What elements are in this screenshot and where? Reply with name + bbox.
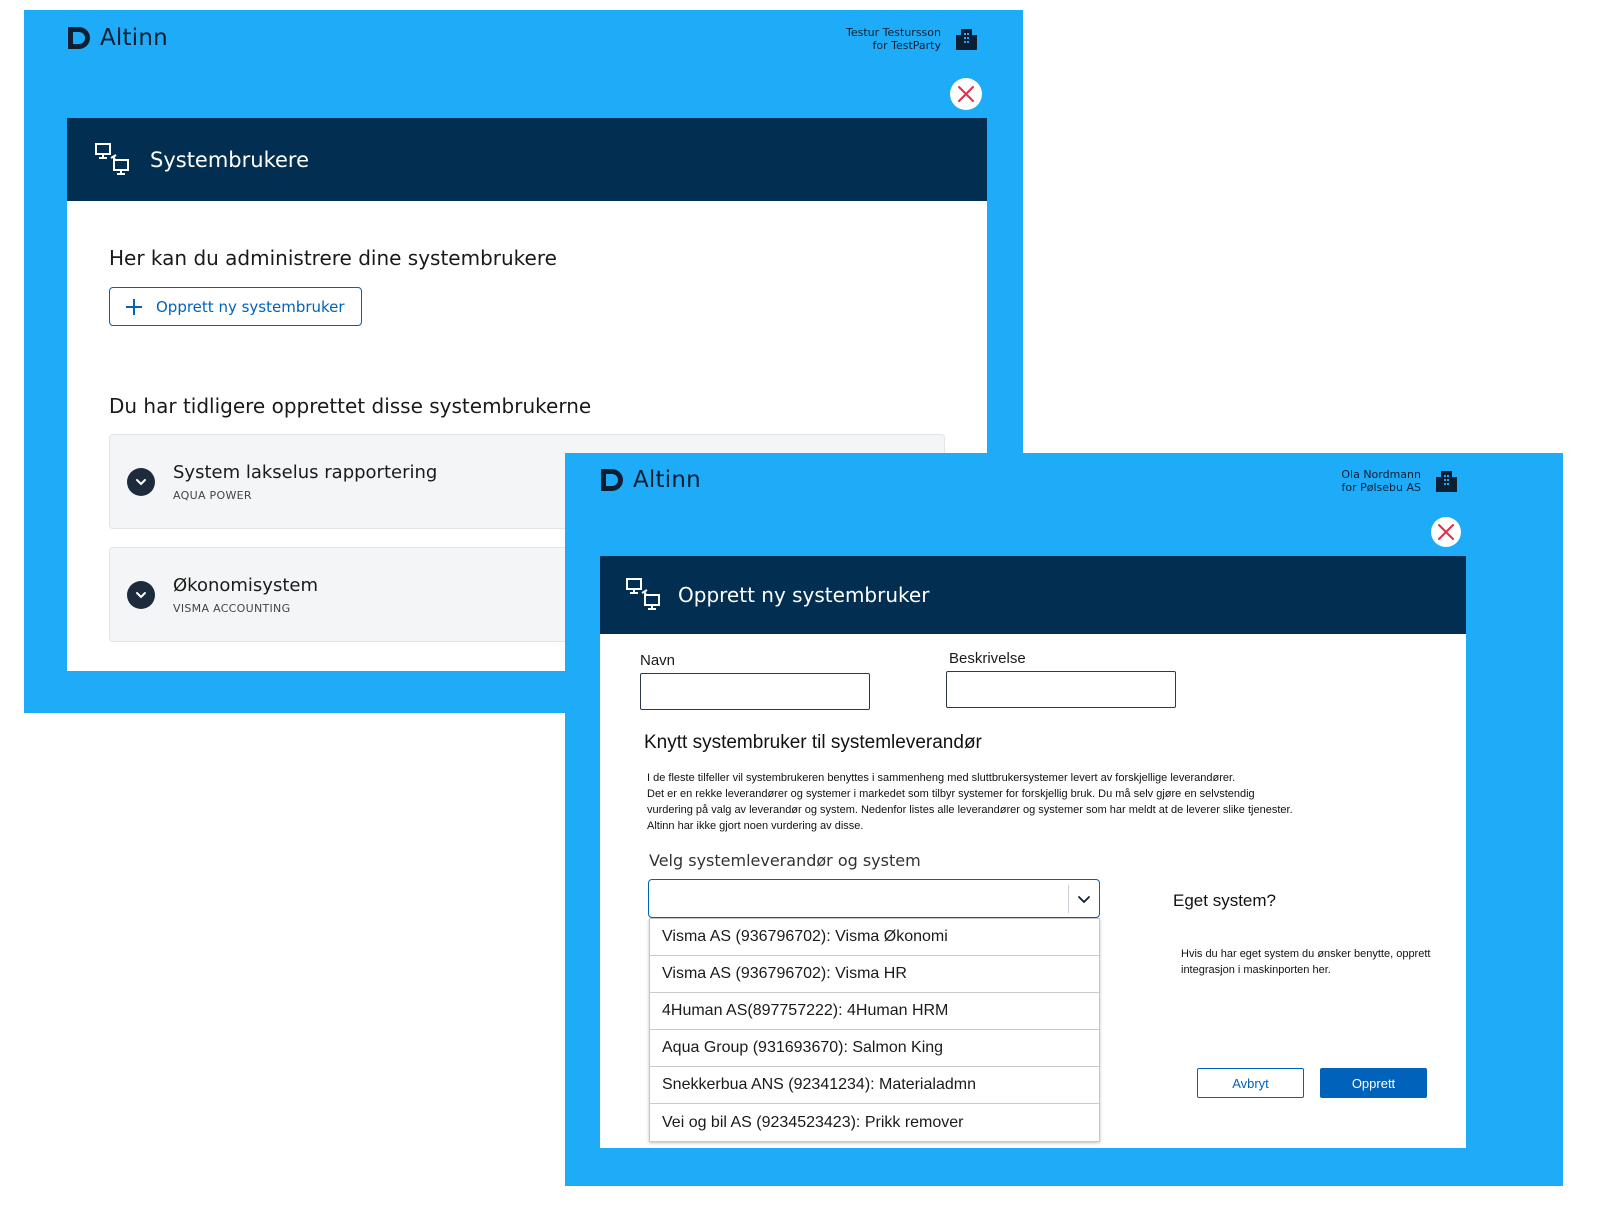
close-button[interactable]: [950, 78, 982, 110]
create-systemuser-button[interactable]: Opprett ny systembruker: [109, 287, 362, 326]
dropdown-option[interactable]: Aqua Group (931693670): Salmon King: [650, 1030, 1099, 1067]
select-separator: [1068, 885, 1069, 913]
create-systemuser-screen: Altinn Ola Nordmann for Pølsebu AS Oppre…: [565, 453, 1563, 1186]
close-icon: [1438, 524, 1454, 540]
dropdown-option[interactable]: Visma AS (936796702): Visma Økonomi: [650, 919, 1099, 956]
list-heading: Du har tidligere opprettet disse systemb…: [109, 394, 592, 418]
user-name: Ola Nordmann: [1341, 468, 1421, 481]
vendor-system-dropdown: Visma AS (936796702): Visma Økonomi Vism…: [649, 918, 1100, 1142]
dropdown-option[interactable]: 4Human AS(897757222): 4Human HRM: [650, 993, 1099, 1030]
page-title: Systembrukere: [150, 147, 310, 172]
info-line: Altinn har ikke gjort noen vurdering av …: [647, 820, 864, 832]
description-input[interactable]: [946, 671, 1176, 708]
name-label: Navn: [640, 652, 676, 669]
building-icon: [956, 29, 977, 50]
item-subtitle: VISMA ACCOUNTING: [173, 601, 291, 615]
chevron-down-icon: [1078, 896, 1090, 904]
admin-heading: Her kan du administrere dine systembruke…: [109, 246, 557, 270]
info-line: Det er en rekke leverandører og systemer…: [647, 788, 1255, 800]
user-org: for Pølsebu AS: [1341, 481, 1422, 494]
create-button[interactable]: Opprett: [1320, 1068, 1427, 1098]
altinn-logo-icon: [68, 27, 90, 49]
cancel-button[interactable]: Avbryt: [1197, 1068, 1304, 1098]
description-label: Beskrivelse: [949, 650, 1026, 667]
item-subtitle: AQUA POWER: [173, 488, 252, 502]
own-system-text: Hvis du har eget system du ønsker benytt…: [1181, 948, 1431, 976]
item-title: Økonomisystem: [173, 574, 318, 596]
user-menu[interactable]: Testur Testursson for TestParty: [846, 26, 977, 52]
user-text: Testur Testursson for TestParty: [846, 26, 941, 52]
create-systemuser-card: Opprett ny systembruker Navn Beskrivelse…: [600, 556, 1466, 1148]
own-system-title: Eget system?: [1173, 891, 1276, 910]
user-menu[interactable]: Ola Nordmann for Pølsebu AS: [1341, 468, 1457, 494]
close-icon: [958, 86, 974, 102]
system-user-icon: [95, 142, 129, 175]
create-systemuser-label: Opprett ny systembruker: [156, 297, 345, 316]
page-title: Opprett ny systembruker: [678, 583, 930, 607]
dropdown-option[interactable]: Snekkerbua ANS (92341234): Materialadmn: [650, 1067, 1099, 1104]
select-label: Velg systemleverandør og system: [649, 851, 921, 870]
chevron-down-icon: [127, 580, 155, 609]
user-name: Testur Testursson: [846, 26, 941, 39]
logo-text: Altinn: [100, 25, 168, 51]
dropdown-option[interactable]: Visma AS (936796702): Visma HR: [650, 956, 1099, 993]
info-paragraph: I de fleste tilfeller vil systembrukeren…: [647, 770, 1387, 834]
logo-text: Altinn: [633, 467, 701, 493]
system-user-icon: [626, 578, 660, 610]
plus-icon: [126, 298, 142, 315]
vendor-system-select[interactable]: [648, 879, 1100, 918]
name-input[interactable]: [640, 673, 870, 710]
item-title: System lakselus rapportering: [173, 461, 438, 483]
card-header: Opprett ny systembruker: [600, 556, 1466, 634]
card-header: Systembrukere: [67, 118, 987, 201]
altinn-logo-icon: [601, 469, 623, 491]
altinn-logo[interactable]: Altinn: [600, 467, 701, 493]
dropdown-option[interactable]: Vei og bil AS (9234523423): Prikk remove…: [650, 1104, 1099, 1141]
close-button[interactable]: [1431, 517, 1461, 547]
user-text: Ola Nordmann for Pølsebu AS: [1341, 468, 1421, 494]
info-line: vurdering på valg av leverandør og syste…: [647, 804, 1293, 816]
user-org: for TestParty: [872, 39, 941, 52]
chevron-down-icon: [127, 467, 155, 496]
info-line: I de fleste tilfeller vil systembrukeren…: [647, 772, 1236, 784]
connect-heading: Knytt systembruker til systemleverandør: [644, 732, 982, 753]
building-icon: [1436, 471, 1457, 492]
altinn-logo[interactable]: Altinn: [67, 25, 168, 51]
